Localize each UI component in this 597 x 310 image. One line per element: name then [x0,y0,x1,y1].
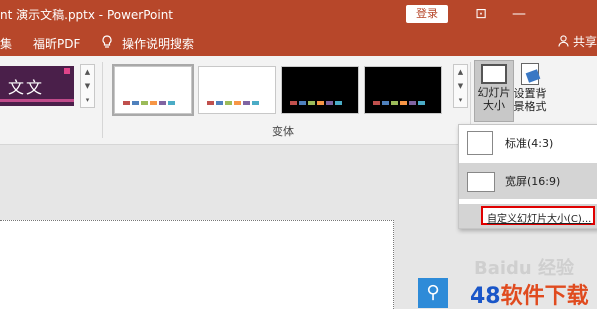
search-icon: ⚲ [418,278,448,308]
variant-1[interactable] [112,64,194,116]
format-background-button[interactable]: 设置背 景格式 [511,60,549,120]
variant-color-swatch [299,101,306,105]
theme-accent-mark [64,68,70,74]
variant-color-strip [373,101,425,105]
brand-logo-text: 48软件下载 [470,278,589,310]
variant-color-swatch [382,101,389,105]
menu-item-standard-label: 标准(4:3) [505,137,554,150]
paint-bucket-icon [518,63,542,85]
tell-me-search[interactable]: 操作说明搜索 [122,35,194,52]
menu-item-custom-label: 自定义幻灯片大小(C)... [487,214,592,225]
tab-foxit-pdf[interactable]: 福昕PDF [33,35,80,52]
format-bg-label-2: 景格式 [513,100,547,113]
highlight-box: 自定义幻灯片大小(C)... [481,206,595,225]
variants-group-label: 变体 [272,125,294,138]
scroll-down-icon[interactable]: ▼ [454,79,467,93]
variant-4[interactable] [364,66,442,114]
variant-color-swatch [150,101,157,105]
slide-size-icon [481,64,507,84]
slide-placeholder[interactable] [0,220,394,309]
menu-item-standard[interactable]: 标准(4:3) [459,125,597,161]
variant-color-swatch [225,101,232,105]
brand-number: 48 [470,284,501,309]
standard-ratio-icon [467,131,493,155]
window-title: nt 演示文稿.pptx - PowerPoint [0,8,174,22]
variant-color-swatch [123,101,130,105]
share-label: 共享 [572,35,597,49]
scroll-down-icon[interactable]: ▼ [81,79,94,93]
variant-color-swatch [243,101,250,105]
menu-item-widescreen[interactable]: 宽屏(16:9) [459,163,597,199]
variant-2[interactable] [198,66,276,114]
gallery-more-icon[interactable]: ▾ [81,93,94,107]
group-divider [102,62,103,138]
variant-color-swatch [207,101,214,105]
slide-size-label-1: 幻灯片 [477,86,511,99]
format-bg-label-1: 设置背 [513,87,547,100]
variant-color-swatch [418,101,425,105]
gallery-more-icon[interactable]: ▾ [454,93,467,107]
title-bar: nt 演示文稿.pptx - PowerPoint 登录 ⊡ — [0,0,597,29]
menu-item-widescreen-label: 宽屏(16:9) [505,175,561,188]
login-button[interactable]: 登录 [406,5,448,23]
variant-color-swatch [234,101,241,105]
lightbulb-icon [101,35,113,52]
tab-partial[interactable]: 集 [0,35,12,52]
scroll-up-icon[interactable]: ▲ [81,65,94,79]
variant-color-strip [123,101,175,105]
minimize-button[interactable]: — [500,0,538,29]
theme-thumbnail[interactable]: 文文 [0,66,74,106]
share-button[interactable]: 共享 [558,33,597,50]
variant-color-swatch [132,101,139,105]
person-icon [558,35,573,49]
variant-color-strip [290,101,342,105]
variant-color-swatch [409,101,416,105]
variant-color-swatch [335,101,342,105]
slide-size-button[interactable]: 幻灯片 大小 [474,60,514,122]
ribbon-display-options-icon[interactable]: ⊡ [462,0,500,29]
theme-accent-bar [0,99,74,102]
variant-color-swatch [317,101,324,105]
brand-name: 软件下载 [500,284,589,309]
ribbon-tab-row: 集 福昕PDF 操作说明搜索 共享 [0,29,597,56]
slide-size-label-2: 大小 [483,99,505,112]
variant-color-strip [207,101,259,105]
variant-color-swatch [141,101,148,105]
variant-color-swatch [326,101,333,105]
variant-color-swatch [252,101,259,105]
slide-size-menu: 标准(4:3) 宽屏(16:9) 自定义幻灯片大小(C)... [458,124,597,229]
site-watermark: ⚲ 48软件下载 [418,274,597,309]
variant-color-swatch [373,101,380,105]
variant-3[interactable] [281,66,359,114]
menu-item-custom-size[interactable]: 自定义幻灯片大小(C)... [459,204,597,228]
variant-color-swatch [159,101,166,105]
variant-color-swatch [216,101,223,105]
widescreen-ratio-icon [467,172,495,192]
theme-sample-text: 文文 [8,78,45,97]
variants-gallery-scroll[interactable]: ▲ ▼ ▾ [453,64,468,108]
variant-color-swatch [168,101,175,105]
themes-gallery-scroll[interactable]: ▲ ▼ ▾ [80,64,95,108]
variant-color-swatch [308,101,315,105]
variant-color-swatch [400,101,407,105]
scroll-up-icon[interactable]: ▲ [454,65,467,79]
variant-color-swatch [391,101,398,105]
variant-color-swatch [290,101,297,105]
